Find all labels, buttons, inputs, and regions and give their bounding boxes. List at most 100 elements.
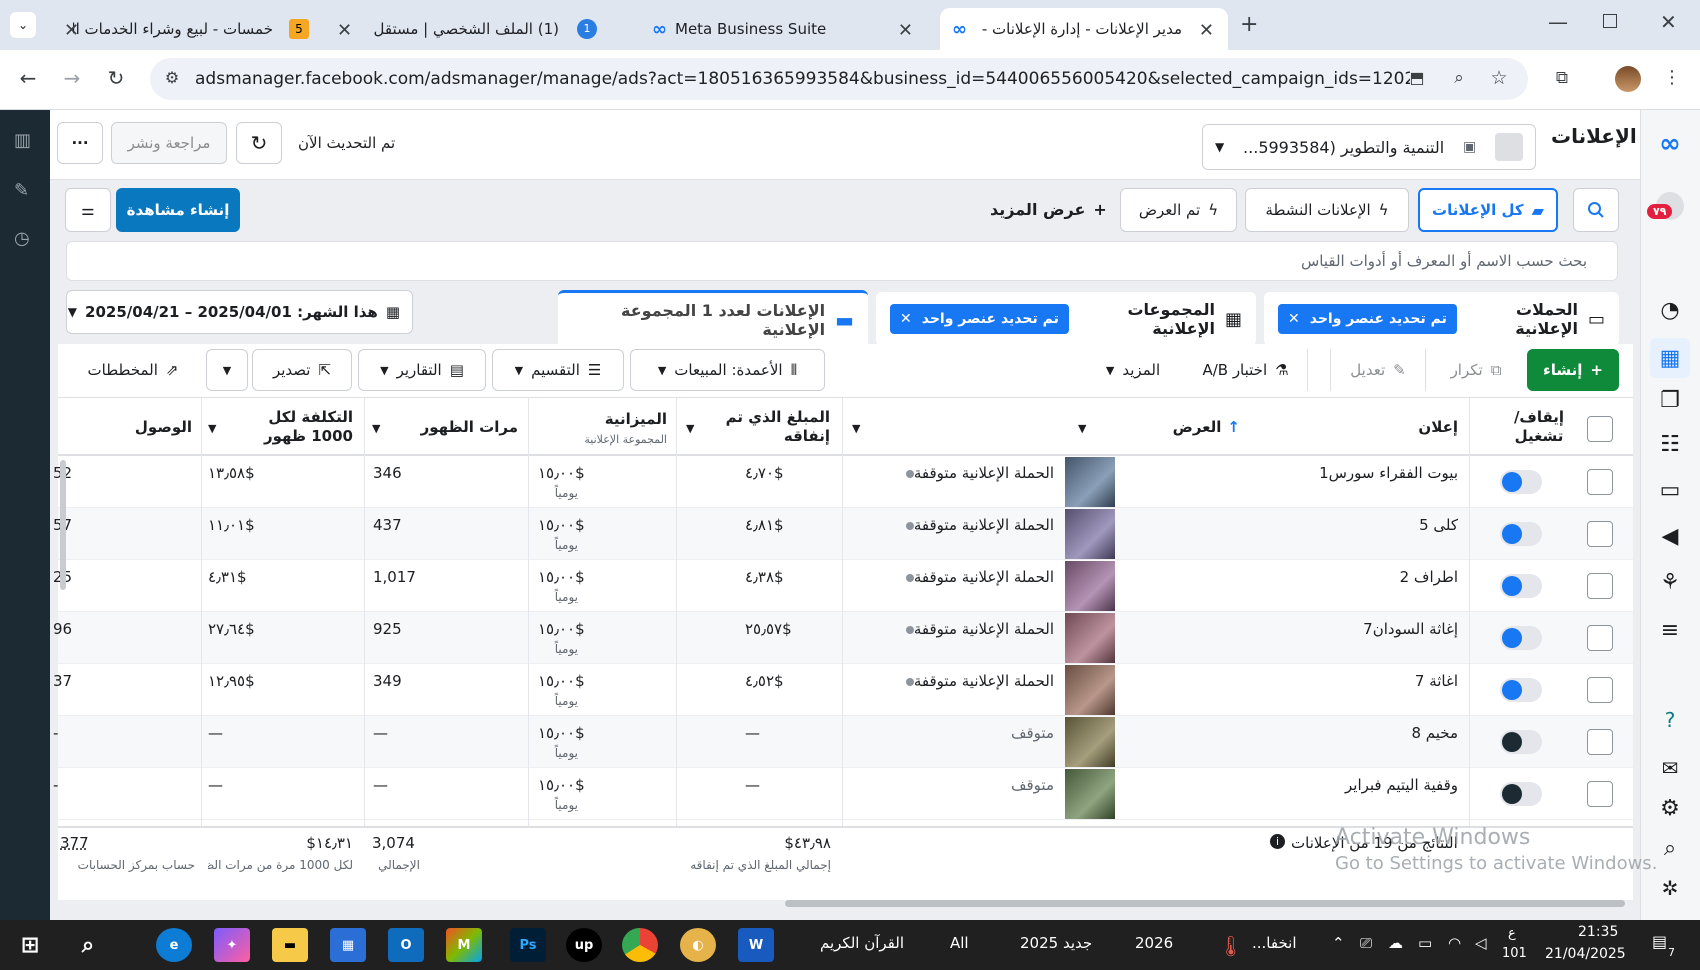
bookmark-star-icon[interactable]: ☆	[1487, 66, 1511, 90]
ad-thumbnail[interactable]	[1065, 457, 1115, 507]
ad-toggle[interactable]	[1500, 730, 1542, 754]
network-icon[interactable]: ⚘	[1650, 562, 1690, 602]
taskbar-news-1[interactable]: القرآن الكريم	[820, 934, 904, 952]
more-options-button[interactable]: ···	[57, 122, 103, 164]
meet-icon[interactable]: ⎚	[1360, 934, 1372, 952]
show-more-button[interactable]: + عرض المزيد	[990, 200, 1107, 219]
ad-thumbnail[interactable]	[1065, 509, 1115, 559]
store-icon[interactable]: ▦	[330, 928, 366, 962]
close-icon[interactable]: ✕	[64, 20, 79, 41]
close-icon[interactable]: ✕	[898, 20, 913, 41]
file-explorer-icon[interactable]: ▬	[272, 928, 308, 962]
minimize-button[interactable]: —	[1548, 10, 1568, 34]
chevron-down-icon[interactable]: ▼	[208, 422, 216, 435]
table-row[interactable]: اطراف 2 الحملة الإعلانية متوقفة ٤٫٣٨$ ١٥٫٠٠…	[53, 560, 1633, 612]
col-reach[interactable]: الوصول	[110, 418, 192, 437]
install-icon[interactable]: ⬒	[1405, 66, 1429, 90]
table-row[interactable]: وقفية اليتيم فبراير متوقف — ١٥٫٠٠$ يومياً — — -	[53, 768, 1633, 820]
meta-logo-icon[interactable]: ∞	[1650, 124, 1690, 164]
export-dropdown[interactable]: ▼	[206, 349, 248, 391]
ad-thumbnail[interactable]	[1065, 769, 1115, 819]
refresh-button[interactable]: ↻	[236, 122, 282, 164]
help-icon[interactable]: ?	[1650, 700, 1690, 740]
col-cpm[interactable]: التكلفة لكل 1000 ظهور	[228, 408, 353, 446]
chevron-down-icon[interactable]: ▼	[686, 422, 694, 435]
audience-icon[interactable]: ☷	[1650, 424, 1690, 464]
m365-icon[interactable]: M	[446, 928, 482, 962]
outlook-icon[interactable]: O	[388, 928, 424, 962]
row-checkbox[interactable]	[1587, 625, 1613, 651]
tab-adsets[interactable]: ▦ المجموعات الإعلانية تم تحديد عنصر واحد…	[876, 292, 1256, 346]
breakdown-button[interactable]: ☰ التقسيم ▼	[492, 349, 624, 391]
volume-icon[interactable]: ◁	[1475, 934, 1487, 952]
col-budget[interactable]: الميزانية	[535, 410, 667, 429]
chevron-up-icon[interactable]: ⌃	[1332, 934, 1345, 952]
row-checkbox[interactable]	[1587, 781, 1613, 807]
table-row[interactable]: إغاثة السودان7 الحملة الإعلانية متوقفة ٢٥٫…	[53, 612, 1633, 664]
tab-meta-business-suite[interactable]: ∞ Meta Business Suite ✕	[640, 8, 925, 50]
back-icon[interactable]: ←	[16, 66, 40, 90]
campaigns-selected-chip[interactable]: تم تحديد عنصر واحد ✕	[1278, 304, 1457, 334]
charts-button[interactable]: ⇗ المخططات	[66, 349, 200, 391]
menu-icon[interactable]: ≡	[1650, 610, 1690, 650]
tab-list-button[interactable]: ⌄	[10, 12, 36, 38]
copilot-icon[interactable]: ✦	[214, 928, 250, 962]
clock-icon[interactable]: ◷	[14, 228, 30, 249]
pages-icon[interactable]: ❐	[1650, 380, 1690, 420]
chevron-down-icon[interactable]: ▼	[372, 422, 380, 435]
col-toggle[interactable]: إيقاف/ تشغيل	[1510, 408, 1568, 446]
billing-icon[interactable]: ▭	[1650, 470, 1690, 510]
col-ad[interactable]: إعلان	[1380, 418, 1458, 437]
col-delivery[interactable]: ↑ العرض	[1070, 418, 1240, 436]
ad-thumbnail[interactable]	[1065, 717, 1115, 767]
ad-thumbnail[interactable]	[1065, 613, 1115, 663]
site-info-icon[interactable]: ⚙	[160, 66, 184, 90]
extensions-icon[interactable]: ⧉	[1550, 66, 1574, 90]
url-text[interactable]: adsmanager.facebook.com/adsmanager/manag…	[195, 69, 1410, 89]
chart-icon[interactable]: ▥	[14, 130, 31, 151]
ad-toggle[interactable]	[1500, 626, 1542, 650]
new-tab-button[interactable]: +	[1240, 12, 1258, 37]
clock-time[interactable]: 21:35	[1578, 924, 1618, 940]
review-publish-button[interactable]: مراجعة ونشر	[111, 122, 227, 164]
account-selector[interactable]: ▣ التنمية والتطوير (5993584... ▼	[1202, 124, 1536, 170]
active-ads-filter[interactable]: ϟ الإعلانات النشطة	[1245, 188, 1409, 232]
feedback-icon[interactable]: ✉	[1650, 748, 1690, 788]
ad-toggle[interactable]	[1500, 470, 1542, 494]
photoshop-icon[interactable]: Ps	[510, 928, 546, 962]
cloud-icon[interactable]: ☁	[1388, 934, 1403, 952]
table-row[interactable]: بيوت الفقراء سورس1 الحملة الإعلانية متوقف…	[53, 456, 1633, 508]
ad-thumbnail[interactable]	[1065, 561, 1115, 611]
ad-name[interactable]: وقفية اليتيم فبراير	[1198, 776, 1458, 794]
delivered-filter[interactable]: ϟ تم العرض	[1120, 188, 1237, 232]
menu-dots-icon[interactable]: ⋮	[1660, 66, 1684, 90]
ad-name[interactable]: بيوت الفقراء سورس1	[1198, 464, 1458, 482]
tab-ads[interactable]: ▬ الإعلانات لعدد 1 المجموعة الإعلانية	[558, 290, 868, 346]
forward-icon[interactable]: →	[60, 66, 84, 90]
edge-icon[interactable]: e	[156, 928, 192, 962]
tab-ads-manager[interactable]: ∞ مدير الإعلانات - إدارة الإعلانات - الإ…	[940, 8, 1228, 50]
ad-toggle[interactable]	[1500, 678, 1542, 702]
more-actions-button[interactable]: المزيد ▼	[1085, 349, 1181, 391]
create-button[interactable]: + إنشاء	[1527, 349, 1619, 391]
megaphone-icon[interactable]: ◀	[1650, 516, 1690, 556]
word-icon[interactable]: W	[738, 928, 774, 962]
edit-button[interactable]: ✎ تعديل	[1330, 349, 1426, 391]
date-range-picker[interactable]: ▦ هذا الشهر: 2025/04/01 – 2025/04/21 ▼	[66, 290, 413, 334]
table-row[interactable]: اغاثة 7 الحملة الإعلانية متوقفة ٤٫٥٢$ ١٥٫٠٠…	[53, 664, 1633, 716]
close-icon[interactable]: ✕	[1288, 311, 1300, 327]
ad-toggle[interactable]	[1500, 574, 1542, 598]
ad-name[interactable]: مخيم 8	[1198, 724, 1458, 742]
reload-icon[interactable]: ↻	[104, 66, 128, 90]
ad-name[interactable]: كلى 5	[1198, 516, 1458, 534]
weather-text[interactable]: انخفا...	[1252, 934, 1297, 952]
close-icon[interactable]: ✕	[337, 20, 352, 41]
search-input[interactable]: بحث حسب الاسم أو المعرف أو أدوات القياس	[66, 241, 1618, 281]
notification-center-icon[interactable]: ▤	[1652, 932, 1667, 951]
battery-icon[interactable]: ▭	[1418, 934, 1432, 952]
windows-start-icon[interactable]: ⊞	[12, 928, 48, 962]
zoom-icon[interactable]: ⌕	[1447, 66, 1471, 90]
paint-icon[interactable]: ◐	[680, 928, 716, 962]
ab-test-button[interactable]: ⚗ اختبار A/B	[1184, 349, 1308, 391]
tab-khamsat[interactable]: 5 خمسات - لبيع وشراء الخدمات المصغرة ✕	[52, 8, 309, 50]
